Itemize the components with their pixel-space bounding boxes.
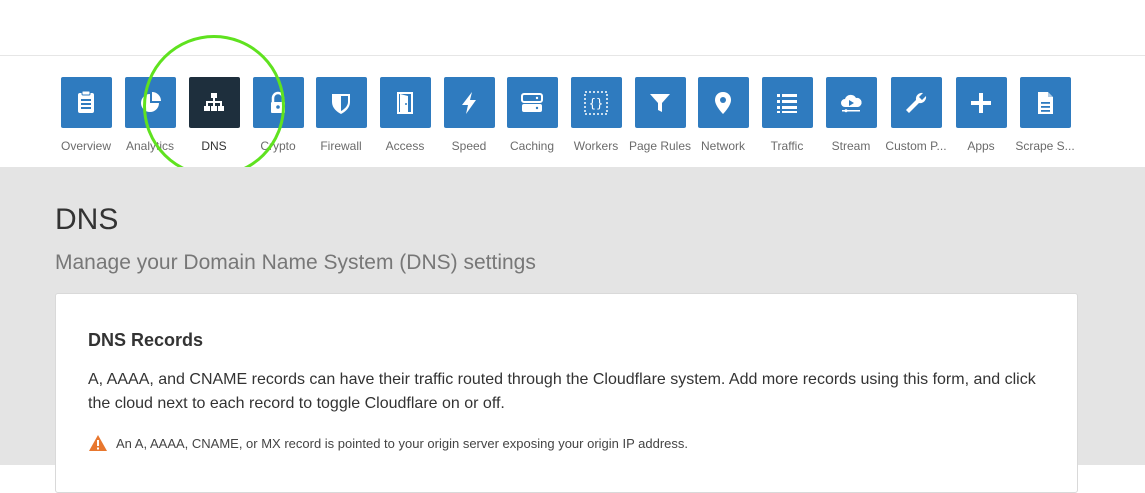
nav-label-access: Access — [385, 139, 425, 153]
nav-label-dns: DNS — [201, 139, 227, 153]
nav-item-access[interactable]: Access — [373, 77, 437, 167]
list-icon — [761, 77, 813, 128]
nav-item-crypto[interactable]: Crypto — [246, 77, 310, 167]
nav-item-page-rules[interactable]: Page Rules — [628, 77, 692, 167]
warning-icon — [89, 435, 107, 451]
dns-records-card: DNS Records A, AAAA, and CNAME records c… — [55, 293, 1078, 493]
nav-item-apps[interactable]: Apps — [949, 77, 1013, 167]
braces-icon: {} — [570, 77, 622, 128]
nav-item-workers[interactable]: {} Workers — [564, 77, 628, 167]
nav-label-apps: Apps — [967, 139, 995, 153]
lightning-icon — [443, 77, 495, 128]
server-icon — [506, 77, 558, 128]
nav-item-stream[interactable]: Stream — [819, 77, 883, 167]
origin-ip-warning: An A, AAAA, CNAME, or MX record is point… — [88, 434, 688, 452]
card-description: A, AAAA, and CNAME records can have thei… — [88, 371, 1036, 412]
nav-item-network[interactable]: Network — [691, 77, 755, 167]
card-title: DNS Records — [88, 330, 204, 350]
nav-label-stream: Stream — [831, 139, 871, 153]
nav-label-traffic: Traffic — [770, 139, 804, 153]
nav-item-overview[interactable]: Overview — [54, 77, 118, 167]
nav-item-scrape-shield[interactable]: Scrape S... — [1013, 77, 1077, 167]
nav-label-crypto: Crypto — [260, 139, 296, 153]
nav-label-custom-pages: Custom P... — [885, 139, 947, 153]
nav-item-analytics[interactable]: Analytics — [118, 77, 182, 167]
top-bar — [0, 0, 1145, 56]
nav-label-scrape-shield: Scrape S... — [1015, 139, 1075, 153]
main-content: DNS Manage your Domain Name System (DNS)… — [0, 167, 1145, 493]
warning-text: An A, AAAA, CNAME, or MX record is point… — [116, 435, 689, 451]
nav-label-analytics: Analytics — [125, 139, 175, 153]
nav-label-firewall: Firewall — [320, 139, 362, 153]
nav-label-speed: Speed — [451, 139, 487, 153]
nav-item-dns[interactable]: DNS — [182, 77, 246, 167]
document-icon — [1019, 77, 1071, 128]
cloud-stream-icon — [825, 77, 877, 128]
nav-item-speed[interactable]: Speed — [437, 77, 501, 167]
nav-label-page-rules: Page Rules — [628, 139, 692, 153]
page-subtitle: Manage your Domain Name System (DNS) set… — [55, 251, 536, 274]
nav-item-traffic[interactable]: Traffic — [755, 77, 819, 167]
plus-icon — [955, 77, 1007, 128]
page-title: DNS — [55, 203, 119, 236]
door-icon — [379, 77, 431, 128]
pie-chart-icon — [124, 77, 176, 128]
app-nav-bar: Overview Analytics DNS Crypto Firewall A… — [0, 56, 1145, 167]
nav-label-workers: Workers — [573, 139, 619, 153]
nav-label-overview: Overview — [60, 139, 111, 153]
location-pin-icon — [697, 77, 749, 128]
wrench-icon — [890, 77, 942, 128]
nav-label-network: Network — [700, 139, 745, 153]
network-tree-icon — [188, 77, 240, 128]
nav-item-firewall[interactable]: Firewall — [309, 77, 373, 167]
lock-icon — [252, 77, 304, 128]
nav-item-caching[interactable]: Caching — [500, 77, 564, 167]
filter-icon — [634, 77, 686, 128]
svg-text:{}: {} — [589, 96, 603, 110]
shield-icon — [315, 77, 367, 128]
clipboard-icon — [60, 77, 112, 128]
nav-item-custom-pages[interactable]: Custom P... — [884, 77, 948, 167]
nav-label-caching: Caching — [509, 139, 555, 153]
